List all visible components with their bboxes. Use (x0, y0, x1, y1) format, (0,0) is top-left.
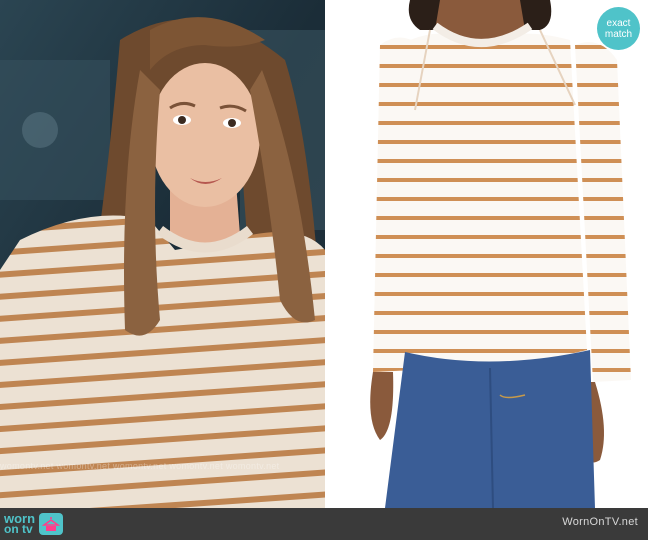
footer-bar (0, 508, 648, 540)
site-logo[interactable]: worn on tv (4, 511, 64, 537)
badge-line-2: match (604, 28, 633, 40)
tv-still-illustration (0, 0, 325, 508)
badge-line-1: exact (606, 17, 631, 29)
product-photo (325, 0, 648, 508)
tv-still-photo: womontv.net womontv.net womontv.net womo… (0, 0, 325, 508)
product-illustration (370, 0, 631, 508)
site-name[interactable]: WornOnTV.net (562, 516, 638, 528)
logo-line-2: on tv (4, 522, 33, 536)
logo-wordmark: worn on tv (4, 512, 35, 536)
exact-match-badge: exact match (597, 7, 640, 50)
watermark-text: womontv.net womontv.net womontv.net womo… (0, 461, 280, 471)
tv-hanger-icon (39, 513, 64, 535)
